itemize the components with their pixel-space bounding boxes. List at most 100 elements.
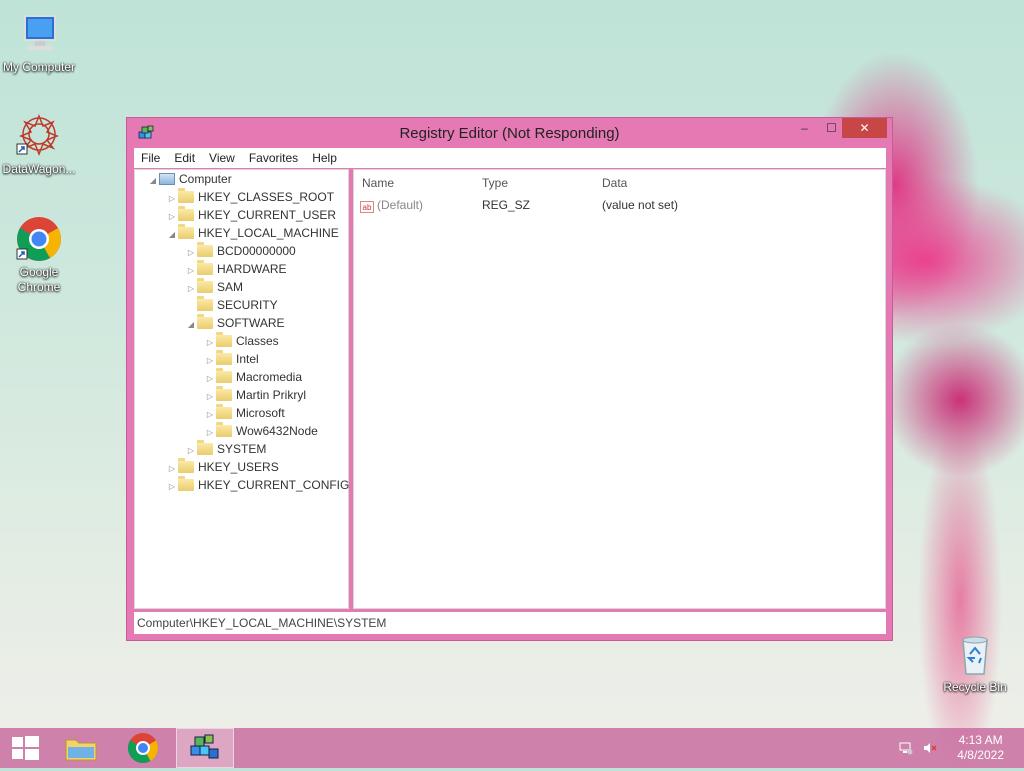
tree-node[interactable]: ▷ SAM	[185, 278, 243, 296]
tree-node[interactable]: ◢ SOFTWARE	[185, 314, 285, 332]
folder-icon	[178, 206, 194, 221]
tree-node-label: HARDWARE	[217, 262, 287, 276]
taskbar-registry-editor[interactable]	[176, 728, 234, 768]
tree-node[interactable]: ▷ Intel	[204, 350, 259, 368]
folder-icon	[197, 260, 213, 275]
tree-node-label: Macromedia	[236, 370, 303, 384]
tree-node-label: Classes	[236, 334, 279, 348]
folder-icon	[216, 386, 232, 401]
tree-node[interactable]: ▷ SYSTEM	[185, 440, 266, 458]
tree-node[interactable]: ▷ Martin Prikryl	[204, 386, 306, 404]
clock-date: 4/8/2022	[957, 748, 1004, 762]
taskbar-file-explorer[interactable]	[56, 728, 108, 768]
desktop-icon-google-chrome[interactable]: Google Chrome	[0, 215, 78, 295]
tree-node[interactable]: ▷ Wow6432Node	[204, 422, 318, 440]
computer-icon	[159, 173, 175, 185]
windows-logo-icon	[12, 736, 39, 760]
value-name: (Default)	[377, 198, 424, 212]
registry-tree[interactable]: ◢ Computer ▷ HKEY_CLASSES_ROOT ▷ HKEY_CURRENT…	[134, 169, 349, 609]
collapse-arrow-icon[interactable]: ◢	[166, 226, 178, 244]
folder-icon	[216, 350, 232, 365]
taskbar-chrome[interactable]	[117, 728, 169, 768]
desktop-icon-label: Google Chrome	[17, 265, 61, 294]
string-value-icon: ab	[360, 201, 374, 213]
registry-editor-icon	[190, 734, 219, 759]
clock-time: 4:13 AM	[958, 733, 1003, 747]
start-button[interactable]	[0, 728, 52, 768]
desktop-icon-my-computer[interactable]: My Computer	[0, 10, 78, 75]
folder-icon	[197, 314, 213, 329]
tree-node[interactable]: ▷ HKEY_USERS	[166, 458, 279, 476]
network-icon[interactable]	[899, 741, 913, 755]
menu-help[interactable]: Help	[305, 148, 344, 168]
menu-file[interactable]: File	[134, 148, 167, 168]
desktop-icon-label: Recycle Bin	[943, 680, 1007, 694]
column-header-type[interactable]: Type	[482, 176, 508, 190]
tree-node-label: HKEY_CURRENT_USER	[198, 208, 337, 222]
tree-node-label: Wow6432Node	[236, 424, 318, 438]
tree-node[interactable]: ▷ Classes	[204, 332, 279, 350]
value-data: (value not set)	[602, 198, 679, 212]
expand-arrow-icon[interactable]: ▷	[166, 478, 178, 496]
tree-node[interactable]: ▷ Macromedia	[204, 368, 302, 386]
desktop-icon-datawagon[interactable]: DataWagon...	[0, 112, 78, 177]
desktop-icon-label: My Computer	[2, 60, 76, 74]
folder-icon	[197, 278, 213, 293]
tree-node-label: BCD00000000	[217, 244, 296, 258]
tree-node[interactable]: ▷ HKEY_CLASSES_ROOT	[166, 188, 334, 206]
folder-icon	[197, 440, 213, 455]
folder-icon	[216, 404, 232, 419]
values-list[interactable]: Name Type Data ab (Default) REG_SZ (value…	[353, 169, 886, 609]
folder-icon	[197, 296, 213, 311]
maximize-button[interactable]: ☐	[818, 118, 845, 138]
tree-node[interactable]: SECURITY	[185, 296, 278, 314]
recycle-bin-icon	[951, 630, 999, 678]
tree-node-label: SECURITY	[217, 298, 278, 312]
volume-muted-icon[interactable]	[923, 741, 937, 755]
folder-icon	[197, 242, 213, 257]
tree-node-label: HKEY_LOCAL_MACHINE	[198, 226, 339, 240]
datawagon-icon	[15, 112, 63, 160]
menu-view[interactable]: View	[202, 148, 242, 168]
tree-node-label: HKEY_CURRENT_CONFIG	[198, 478, 350, 492]
status-bar: Computer\HKEY_LOCAL_MACHINE\SYSTEM	[134, 612, 886, 634]
registry-editor-window[interactable]: Registry Editor (Not Responding) – ☐ ✕ F…	[126, 117, 893, 641]
chrome-icon	[15, 215, 63, 263]
tree-node-label: Computer	[179, 172, 232, 186]
close-button[interactable]: ✕	[842, 118, 887, 138]
value-row[interactable]: ab (Default)	[360, 198, 423, 213]
menu-edit[interactable]: Edit	[167, 148, 202, 168]
column-header-name[interactable]: Name	[362, 176, 394, 190]
folder-icon	[216, 332, 232, 347]
title-bar[interactable]: Registry Editor (Not Responding) – ☐ ✕	[127, 118, 892, 148]
desktop-icon-recycle-bin[interactable]: Recycle Bin	[936, 630, 1014, 695]
tree-node[interactable]: ◢ HKEY_LOCAL_MACHINE	[166, 224, 339, 242]
tree-node[interactable]: ▷ BCD00000000	[185, 242, 296, 260]
column-header-data[interactable]: Data	[602, 176, 627, 190]
chrome-icon	[127, 733, 159, 764]
tree-node-label: HKEY_USERS	[198, 460, 279, 474]
desktop-icon-label: DataWagon...	[2, 162, 76, 176]
system-clock[interactable]: 4:13 AM 4/8/2022	[957, 733, 1004, 763]
tree-node[interactable]: ▷ HKEY_CURRENT_CONFIG	[166, 476, 349, 494]
window-title: Registry Editor (Not Responding)	[399, 125, 620, 142]
folder-icon	[178, 224, 194, 239]
folder-icon	[216, 422, 232, 437]
tree-node-label: Martin Prikryl	[236, 388, 307, 402]
tree-node[interactable]: ▷ HARDWARE	[185, 260, 287, 278]
tree-node-label: Microsoft	[236, 406, 285, 420]
tree-node[interactable]: ▷ Microsoft	[204, 404, 285, 422]
computer-icon	[15, 10, 63, 58]
folder-icon	[178, 458, 194, 473]
tree-node[interactable]: ◢ Computer	[147, 170, 232, 188]
folder-icon	[65, 739, 97, 761]
taskbar: 4:13 AM 4/8/2022	[0, 728, 1024, 768]
tree-node-label: SYSTEM	[217, 442, 267, 456]
minimize-button[interactable]: –	[791, 118, 818, 138]
tree-node[interactable]: ▷ HKEY_CURRENT_USER	[166, 206, 336, 224]
tree-node-label: HKEY_CLASSES_ROOT	[198, 190, 335, 204]
folder-icon	[178, 476, 194, 491]
collapse-arrow-icon[interactable]: ◢	[147, 172, 159, 190]
menu-favorites[interactable]: Favorites	[242, 148, 305, 168]
collapse-arrow-icon[interactable]: ◢	[185, 316, 197, 334]
